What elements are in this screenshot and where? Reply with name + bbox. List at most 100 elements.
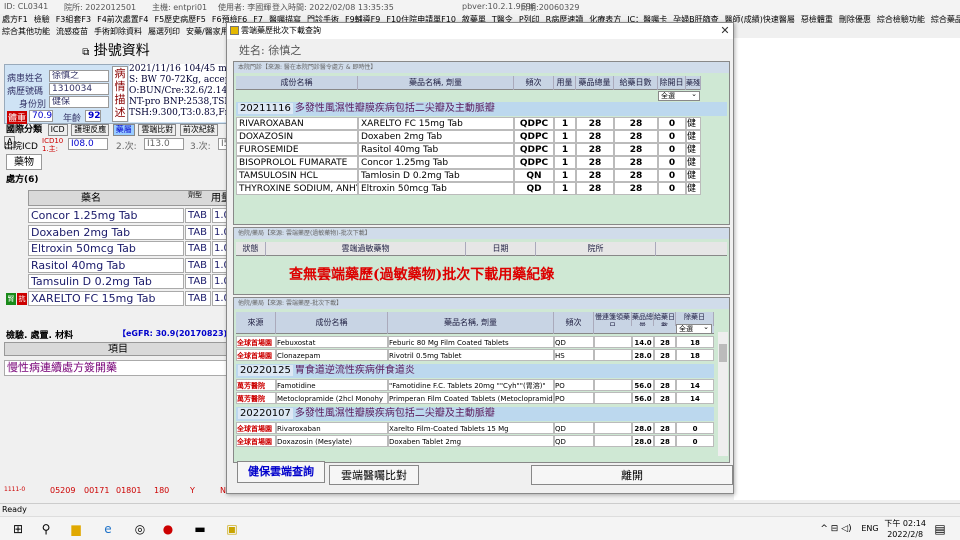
chart-number-field[interactable]: 1310034 <box>49 83 109 95</box>
windows-start-icon[interactable]: ⊞ <box>10 521 26 537</box>
menu-item[interactable]: F4前次處置F4 <box>97 14 148 25</box>
local-rx-row[interactable]: RIVAROXABAN XARELTO FC 15mg Tab QDPC 1 28 28 0… <box>236 117 701 130</box>
code-item: 180 <box>154 486 170 495</box>
user-name: 使用者: 李國輝 <box>218 3 272 12</box>
local-rx-row[interactable]: FUROSEMIDE Rasitol 40mg Tab QDPC 1 28 28 0 健 <box>236 143 701 156</box>
notification-icon[interactable]: ▤ <box>932 521 948 537</box>
rx-form[interactable]: TAB <box>185 208 211 223</box>
menu-item[interactable]: 綜合檢驗功能 <box>877 14 925 25</box>
cell-dose: 1 <box>554 169 576 182</box>
cloud-rx-row[interactable]: 全球首場園 Rivaroxaban Xarelto Film-Coated Tabl… <box>236 422 714 434</box>
col-allergy-drug: 雲端過敏藥物 <box>266 242 466 256</box>
cloud-compare-button[interactable]: 雲端醫囑比對 <box>329 465 419 485</box>
weight-field[interactable]: 70.9 <box>29 110 53 122</box>
cell-dose: 1 <box>554 117 576 130</box>
tab-medications[interactable]: 藥物 <box>6 154 42 170</box>
clock[interactable]: 下午 02:14 2022/2/8 <box>884 518 926 540</box>
cell-total: 28 <box>576 182 614 195</box>
col-drug: 藥品名稱, 劑量 <box>388 312 554 334</box>
tray-icons[interactable]: ^ ⊟ ◁) <box>816 521 856 537</box>
identity-field[interactable]: 健保 <box>49 96 109 108</box>
rx-drug-name[interactable]: Tamsulin D 0.2mg Tab <box>28 274 184 289</box>
rx-form[interactable]: TAB <box>185 290 211 306</box>
leave-button[interactable]: 離開 <box>531 465 733 485</box>
rx-drug-name[interactable]: Eltroxin 50mcg Tab <box>28 241 184 256</box>
menu-item[interactable]: 屬選列印 <box>148 26 180 37</box>
tab-previous-record[interactable]: 前次紀錄 <box>179 124 218 136</box>
cloud-rx-row[interactable]: 萬芳醫院 Metoclopramide (2hcl Monohy Primperan… <box>236 392 714 404</box>
menu-item[interactable]: 綜合其他功能 <box>2 26 50 37</box>
cell-drug: Rivotril 0.5mg Tablet <box>388 349 554 361</box>
dialog-patient-name: 姓名: 徐慎之 <box>239 44 302 57</box>
col-total: 藥品總量 <box>576 76 614 90</box>
rx-drug-name[interactable]: Rasitol 40mg Tab <box>28 257 184 273</box>
icd-primary-field[interactable]: I08.0 <box>68 138 108 150</box>
menu-item[interactable]: 處方F1 <box>2 14 28 25</box>
filter-select[interactable]: 全選 <box>658 90 700 101</box>
menu-item[interactable]: F5歷史病歷F5 <box>154 14 205 25</box>
prescription-row[interactable]: Eltroxin 50mcg TabTAB1.00 <box>4 241 232 257</box>
local-rx-row[interactable]: DOXAZOSIN Doxaben 2mg Tab QDPC 1 28 28 0 健 <box>236 130 701 143</box>
prescription-row[interactable]: Concor 1.25mg TabTAB1.00 <box>4 208 232 224</box>
cell-drug: Eltroxin 50mcg Tab <box>358 182 514 195</box>
age-field[interactable]: 92 <box>85 110 101 122</box>
rx-form[interactable]: TAB <box>185 224 211 240</box>
icd-secondary-field[interactable]: I13.0 <box>144 138 184 150</box>
search-icon[interactable]: ⚲ <box>38 521 54 537</box>
menu-item[interactable]: 流感疫苗 <box>56 26 88 37</box>
cell-exc: 0 <box>658 182 686 195</box>
prescription-row[interactable]: Rasitol 40mg TabTAB1.00 <box>4 257 232 274</box>
tab-icd[interactable]: ICD <box>47 124 68 136</box>
patient-name-field[interactable]: 徐慎之 <box>49 70 109 82</box>
tab-international-classification[interactable]: 國際分類 <box>4 125 44 135</box>
local-rx-row[interactable]: THYROXINE SODIUM, ANHY Eltroxin 50mcg Tab… <box>236 182 701 195</box>
nhi-cloud-query-button[interactable]: 健保雲端查詢 <box>237 461 325 483</box>
menu-item[interactable]: 手術卸除資料 <box>94 26 142 37</box>
input-language[interactable]: ENG <box>858 521 882 537</box>
menu-item[interactable]: 醫師(成績)快速醫屬 <box>725 14 795 25</box>
rx-form[interactable]: TAB <box>185 274 211 289</box>
app-icon-2[interactable]: ● <box>160 521 176 537</box>
cloud-rx-row[interactable]: 全球首場園 Doxazosin (Mesylate) Doxaben Tablet … <box>236 435 714 447</box>
rx-form[interactable]: TAB <box>185 241 211 256</box>
cloud-rx-row[interactable]: 全球首場園 Febuxostat Feburic 80 Mg Film Coated… <box>236 336 714 348</box>
tab-medication[interactable]: 藥屬 <box>112 124 135 136</box>
filter-select[interactable]: 全選 <box>676 323 712 334</box>
cloud-rx-row[interactable]: 全球首場園 Clonazepam Rivotril 0.5mg Tablet HS 28… <box>236 349 714 361</box>
local-rx-row[interactable]: TAMSULOSIN HCL Tamlosin D 0.2mg Tab QN 1 28 2… <box>236 169 701 182</box>
rx-drug-name[interactable]: Concor 1.25mg Tab <box>28 208 184 223</box>
cell-exc: 0 <box>658 169 686 182</box>
allergy-panel: 他院/藥局【來源: 雲端藥歷(過敏藥物)-批次下載】 狀態 雲端過敏藥物 日期 … <box>233 227 730 295</box>
menu-item[interactable]: F3組套F3 <box>56 14 91 25</box>
menu-item[interactable]: 綜合藥品功能 <box>931 14 960 25</box>
prescription-row[interactable]: Doxaben 2mg TabTAB1.00 <box>4 224 232 241</box>
col-date: 日期 <box>466 242 536 256</box>
chronic-prescription-row[interactable]: 慢性病連續處方簽開藥 <box>4 360 232 376</box>
clinical-notes[interactable]: 2021/11/16 104/45 mmH S: BW 70-72Kg, acc… <box>129 64 232 122</box>
menu-item[interactable]: 惡檢體重 <box>801 14 833 25</box>
menu-item[interactable]: 刪除優惠 <box>839 14 871 25</box>
terminal-icon[interactable]: ▬ <box>192 521 208 537</box>
app-icon-1[interactable]: ◎ <box>132 521 148 537</box>
file-explorer-icon[interactable]: ▆ <box>68 521 84 537</box>
vertical-scrollbar[interactable] <box>718 332 728 456</box>
rx-drug-name[interactable]: XARELTO FC 15mg Tab <box>28 290 184 306</box>
tab-nursing[interactable]: 護理反應 <box>71 124 110 136</box>
rx-drug-name[interactable]: Doxaben 2mg Tab <box>28 224 184 240</box>
cloud-rx-row[interactable]: 萬芳醫院 Famotidine "Famotidine F.C. Tablets 2… <box>236 379 714 391</box>
prescription-row[interactable]: Tamsulin D 0.2mg TabTAB1.00 <box>4 274 232 290</box>
menu-item[interactable]: 檢驗 <box>34 14 50 25</box>
rx-form[interactable]: TAB <box>185 257 211 273</box>
cell-exc: 0 <box>658 156 686 169</box>
close-icon[interactable]: ✕ <box>717 23 733 39</box>
tab-cloud-compare[interactable]: 雲端比對 <box>138 124 177 136</box>
cell-ing: Doxazosin (Mesylate) <box>276 435 388 447</box>
scroll-thumb[interactable] <box>719 344 727 362</box>
prescription-row[interactable]: XARELTO FC 15mg TabTAB1.00 <box>4 290 232 307</box>
his-app-icon[interactable]: ▣ <box>224 521 240 537</box>
edge-icon[interactable]: e <box>100 521 116 537</box>
cell-pick <box>594 392 632 404</box>
cell-ing: THYROXINE SODIUM, ANHY <box>236 182 358 195</box>
local-rx-row[interactable]: BISOPROLOL FUMARATE Concor 1.25mg Tab QDPC… <box>236 156 701 169</box>
col-status: 狀態 <box>236 242 266 256</box>
